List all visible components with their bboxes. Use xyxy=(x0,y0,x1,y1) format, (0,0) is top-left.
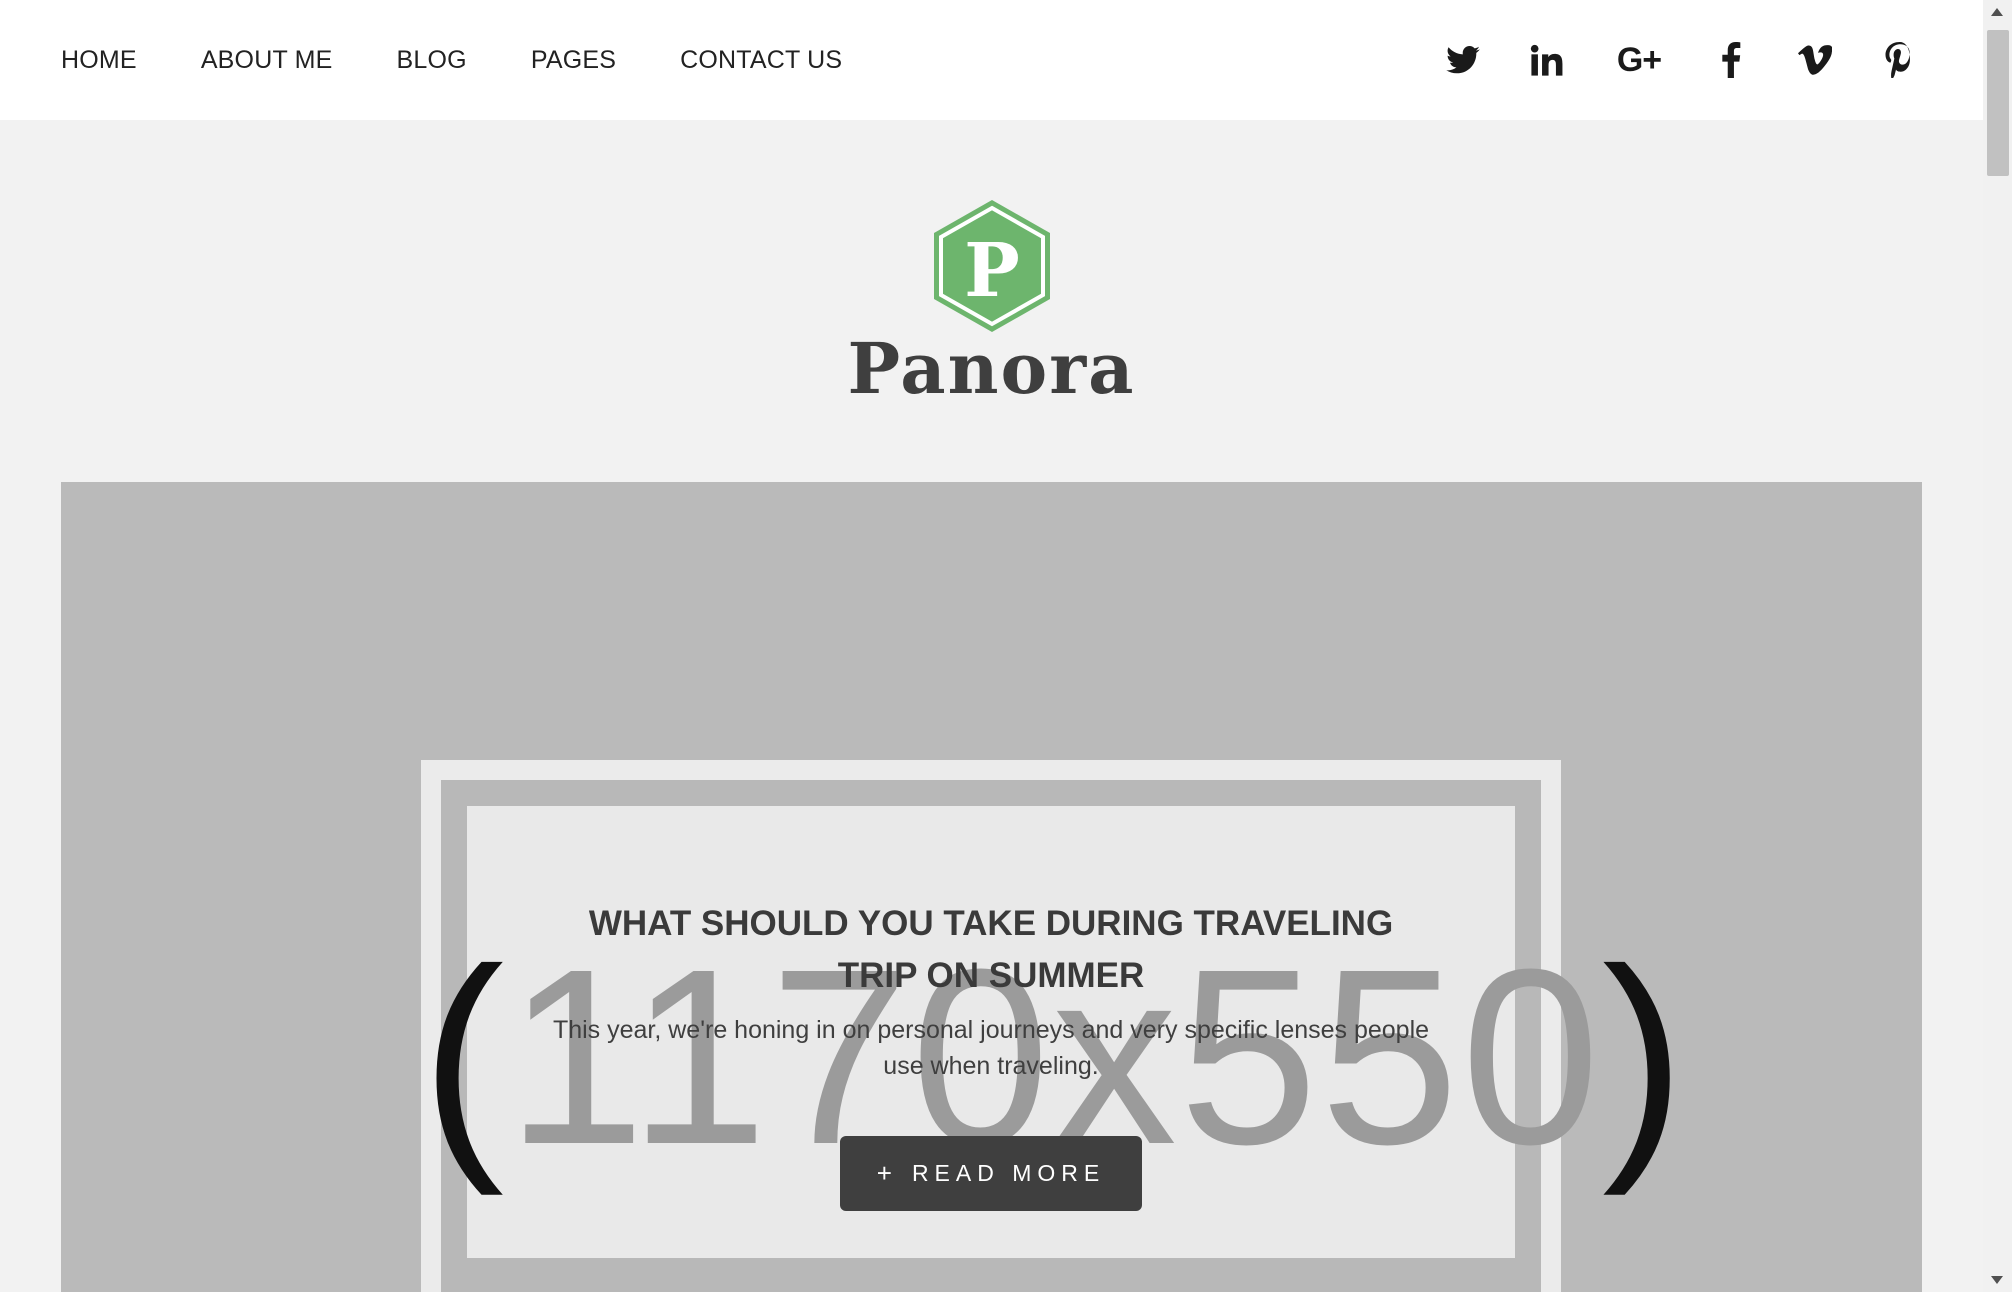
linkedin-icon[interactable] xyxy=(1527,40,1567,80)
top-navigation-bar: HOME ABOUT ME BLOG PAGES CONTACT US G+ xyxy=(0,0,1983,120)
logo-hexagon-icon: P xyxy=(933,200,1050,332)
twitter-icon[interactable] xyxy=(1443,40,1483,80)
placeholder-close-paren: ) xyxy=(1601,917,1688,1196)
logo-mark-letter: P xyxy=(964,228,1020,314)
site-name: Panora xyxy=(847,327,1136,410)
scrollbar-thumb[interactable] xyxy=(1987,30,2009,176)
nav-item-contact-us[interactable]: CONTACT US xyxy=(680,46,842,75)
post-excerpt: This year, we're honing in on personal j… xyxy=(552,1016,1430,1080)
featured-slider: (1170x550) WHAT SHOULD YOU TAKE DURING T… xyxy=(61,482,1922,1292)
site-logo[interactable]: P Panora xyxy=(0,198,1983,404)
vertical-scrollbar[interactable] xyxy=(1983,0,2012,1292)
read-more-button[interactable]: + READ MORE xyxy=(840,1136,1142,1211)
main-menu: HOME ABOUT ME BLOG PAGES CONTACT US xyxy=(61,0,842,120)
nav-item-pages[interactable]: PAGES xyxy=(531,46,616,75)
nav-item-blog[interactable]: BLOG xyxy=(397,46,467,75)
read-more-label: READ MORE xyxy=(911,1160,1106,1186)
post-title[interactable]: WHAT SHOULD YOU TAKE DURING TRAVELING TR… xyxy=(576,898,1406,1002)
social-links: G+ xyxy=(1399,0,1919,120)
page: HOME ABOUT ME BLOG PAGES CONTACT US G+ P… xyxy=(0,0,2012,1292)
vimeo-icon[interactable] xyxy=(1795,40,1835,80)
google-plus-icon[interactable]: G+ xyxy=(1611,40,1667,80)
nav-item-home[interactable]: HOME xyxy=(61,46,137,75)
facebook-icon[interactable] xyxy=(1711,40,1751,80)
scroll-up-arrow-icon[interactable] xyxy=(1991,8,2003,16)
pinterest-icon[interactable] xyxy=(1879,40,1919,80)
nav-item-about-me[interactable]: ABOUT ME xyxy=(201,46,333,75)
card-content: WHAT SHOULD YOU TAKE DURING TRAVELING TR… xyxy=(421,874,1561,1211)
plus-icon: + xyxy=(876,1158,892,1188)
scroll-down-arrow-icon[interactable] xyxy=(1991,1276,2003,1284)
